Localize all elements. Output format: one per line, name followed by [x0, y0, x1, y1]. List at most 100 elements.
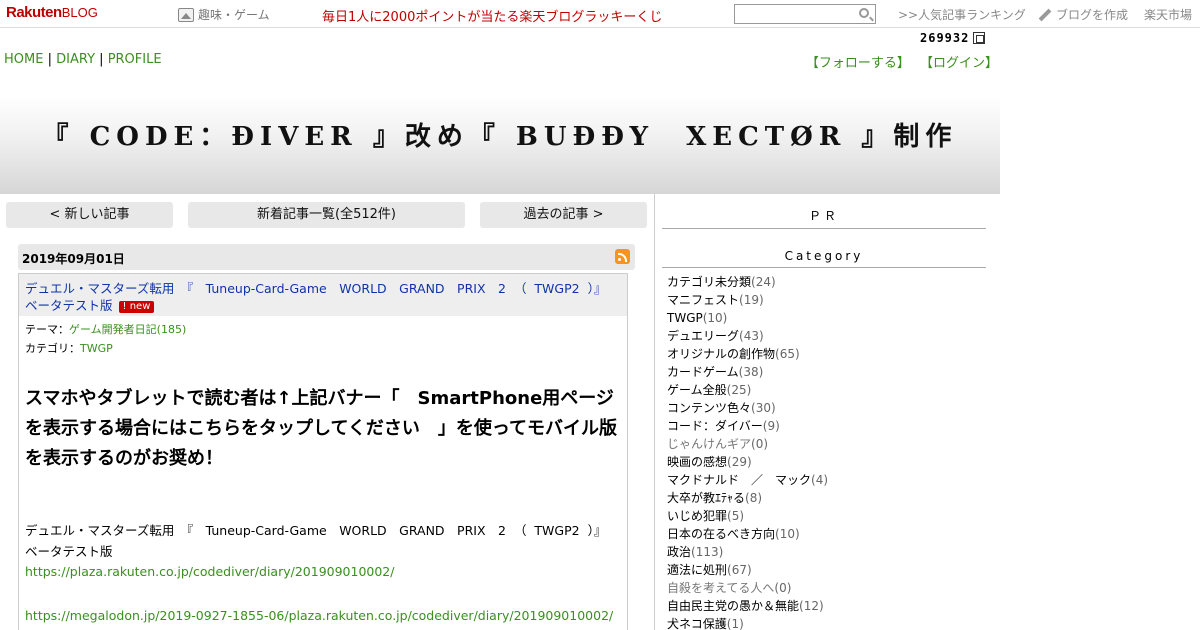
category-name: 映画の感想 [667, 455, 728, 469]
category-item[interactable]: カードゲーム(38) [667, 363, 828, 381]
category-item[interactable]: じゃんけんギア(0) [667, 435, 828, 453]
category-item[interactable]: TWGP(10) [667, 309, 828, 327]
logo-main: Rakuten [6, 4, 62, 21]
search-icon[interactable] [859, 8, 869, 18]
column-divider [654, 194, 655, 630]
older-post-button[interactable]: 過去の記事 > [480, 202, 647, 228]
category-item[interactable]: 政治(113) [667, 543, 828, 561]
category-count: (113) [691, 545, 724, 559]
category-item[interactable]: ゲーム全般(25) [667, 381, 828, 399]
category-name: 犬ネコ保護 [667, 617, 727, 630]
post-list-button[interactable]: 新着記事一覧(全512件) [188, 202, 465, 228]
blog-nav: HOME | DIARY | PROFILE [4, 52, 162, 67]
category-count: (8) [745, 491, 763, 505]
category-item[interactable]: 大卒が教ｴﾃｬる(8) [667, 489, 828, 507]
category-item[interactable]: マクドナルド ／ マック(4) [667, 471, 828, 489]
category-name: カードゲーム [667, 365, 739, 379]
category-list: カテゴリ未分類(24) マニフェスト(19) TWGP(10) デュエリーグ(4… [667, 273, 828, 630]
category-item[interactable]: 自由民主党の愚か＆無能(12) [667, 597, 828, 615]
nav-profile[interactable]: PROFILE [108, 52, 162, 67]
category-name: 自殺を考えてる人へ [667, 581, 775, 595]
category-name: ゲーム全般 [667, 383, 727, 397]
category-name: 大卒が教ｴﾃｬる [667, 491, 746, 505]
genre-link[interactable]: 趣味・ゲーム [178, 6, 270, 23]
category-count: (10) [702, 311, 728, 325]
article-title[interactable]: デュエル・マスターズ転用 『 Tuneup-Card-Game WORLD GR… [25, 281, 613, 313]
category-count: (19) [739, 293, 764, 307]
access-counter: 269932 [920, 31, 986, 45]
sidebar-category-heading: Category [662, 249, 986, 268]
category-label: カテゴリ： [25, 342, 80, 355]
nav-diary[interactable]: DIARY [56, 52, 95, 67]
category-item[interactable]: 適法に処刑(67) [667, 561, 828, 579]
search-box [734, 4, 876, 24]
category-name: コード：ダイバー [667, 419, 763, 433]
category-name: オリジナルの創作物 [667, 347, 776, 361]
image-icon [178, 7, 194, 22]
pencil-icon [1038, 8, 1052, 21]
category-count: (9) [762, 419, 780, 433]
category-name: デュエリーグ [667, 329, 740, 343]
category-count: (30) [751, 401, 776, 415]
category-count: (12) [799, 599, 824, 613]
category-item[interactable]: コンテンツ色々(30) [667, 399, 828, 417]
lottery-promo-link[interactable]: 毎日1人に2000ポイントが当たる楽天ブログラッキーくじ [322, 6, 662, 25]
category-name: TWGP [667, 311, 703, 325]
counter-value: 269932 [920, 31, 970, 45]
rakuten-market-link[interactable]: 楽天市場 [1144, 6, 1192, 23]
blog-banner: 『 CODE：ÐIVER 』改め『 BUÐÐY XECTØR 』制作 [0, 72, 1000, 194]
article-link[interactable]: https://plaza.rakuten.co.jp/codediver/di… [25, 564, 394, 579]
category-link[interactable]: TWGP [80, 342, 113, 355]
ranking-link[interactable]: >>人気記事ランキング [898, 6, 1026, 23]
genre-label: 趣味・ゲーム [198, 8, 270, 22]
category-item[interactable]: 犬ネコ保護(1) [667, 615, 828, 630]
category-item[interactable]: 日本の在るべき方向(10) [667, 525, 828, 543]
theme-link[interactable]: ゲーム開発者日記(185) [69, 323, 186, 336]
category-name: いじめ犯罪 [667, 509, 728, 523]
category-count: (10) [775, 527, 800, 541]
category-count: (0) [774, 581, 792, 595]
newer-post-button[interactable]: < 新しい記事 [6, 202, 173, 228]
sidebar-pr-heading: ＰＲ [662, 207, 986, 229]
nav-separator: | [99, 52, 104, 67]
category-count: (67) [727, 563, 752, 577]
category-count: (25) [726, 383, 752, 397]
category-name: じゃんけんギア [667, 437, 752, 451]
counter-info-icon[interactable] [973, 32, 986, 44]
category-item[interactable]: オリジナルの創作物(65) [667, 345, 828, 363]
new-badge: ! new [118, 301, 155, 313]
post-date: 2019年09月01日 [22, 252, 125, 266]
category-name: マニフェスト [667, 293, 740, 307]
category-item[interactable]: コード：ダイバー(9) [667, 417, 828, 435]
theme-label: テーマ： [25, 323, 69, 336]
rss-icon[interactable] [615, 249, 630, 264]
category-name: カテゴリ未分類 [667, 275, 752, 289]
login-link[interactable]: 【ログイン】 [920, 56, 998, 71]
category-name: マクドナルド ／ マック [667, 473, 812, 487]
category-name: 政治 [667, 545, 692, 559]
follow-link[interactable]: 【フォローする】 [806, 56, 910, 71]
create-blog-label: ブログを作成 [1056, 8, 1129, 22]
blog-title[interactable]: 『 CODE：ÐIVER 』改め『 BUÐÐY XECTØR 』制作 [0, 116, 1000, 153]
category-item[interactable]: マニフェスト(19) [667, 291, 828, 309]
nav-home[interactable]: HOME [4, 52, 43, 67]
category-item[interactable]: カテゴリ未分類(24) [667, 273, 828, 291]
rakuten-blog-logo[interactable]: RakutenBLOG [6, 4, 98, 21]
category-item[interactable]: 映画の感想(29) [667, 453, 828, 471]
category-count: (29) [727, 455, 752, 469]
create-blog-link[interactable]: ブログを作成 [1038, 6, 1128, 23]
category-name: 適法に処刑 [667, 563, 728, 577]
search-input[interactable] [735, 5, 853, 23]
category-item[interactable]: いじめ犯罪(5) [667, 507, 828, 525]
article-theme: テーマ：ゲーム開発者日記(185) [25, 321, 186, 337]
category-name: コンテンツ色々 [667, 401, 752, 415]
category-count: (4) [811, 473, 829, 487]
category-count: (65) [775, 347, 800, 361]
category-count: (0) [751, 437, 769, 451]
category-item[interactable]: デュエリーグ(43) [667, 327, 828, 345]
article-category: カテゴリ：TWGP [25, 340, 113, 356]
article-headline: スマホやタブレットで読む者は↑上記バナー「 SmartPhone用ページを表示す… [25, 388, 618, 469]
article: デュエル・マスターズ転用 『 Tuneup-Card-Game WORLD GR… [18, 273, 628, 630]
archive-link[interactable]: https://megalodon.jp/2019-0927-1855-06/p… [25, 608, 613, 623]
category-item[interactable]: 自殺を考えてる人へ(0) [667, 579, 828, 597]
